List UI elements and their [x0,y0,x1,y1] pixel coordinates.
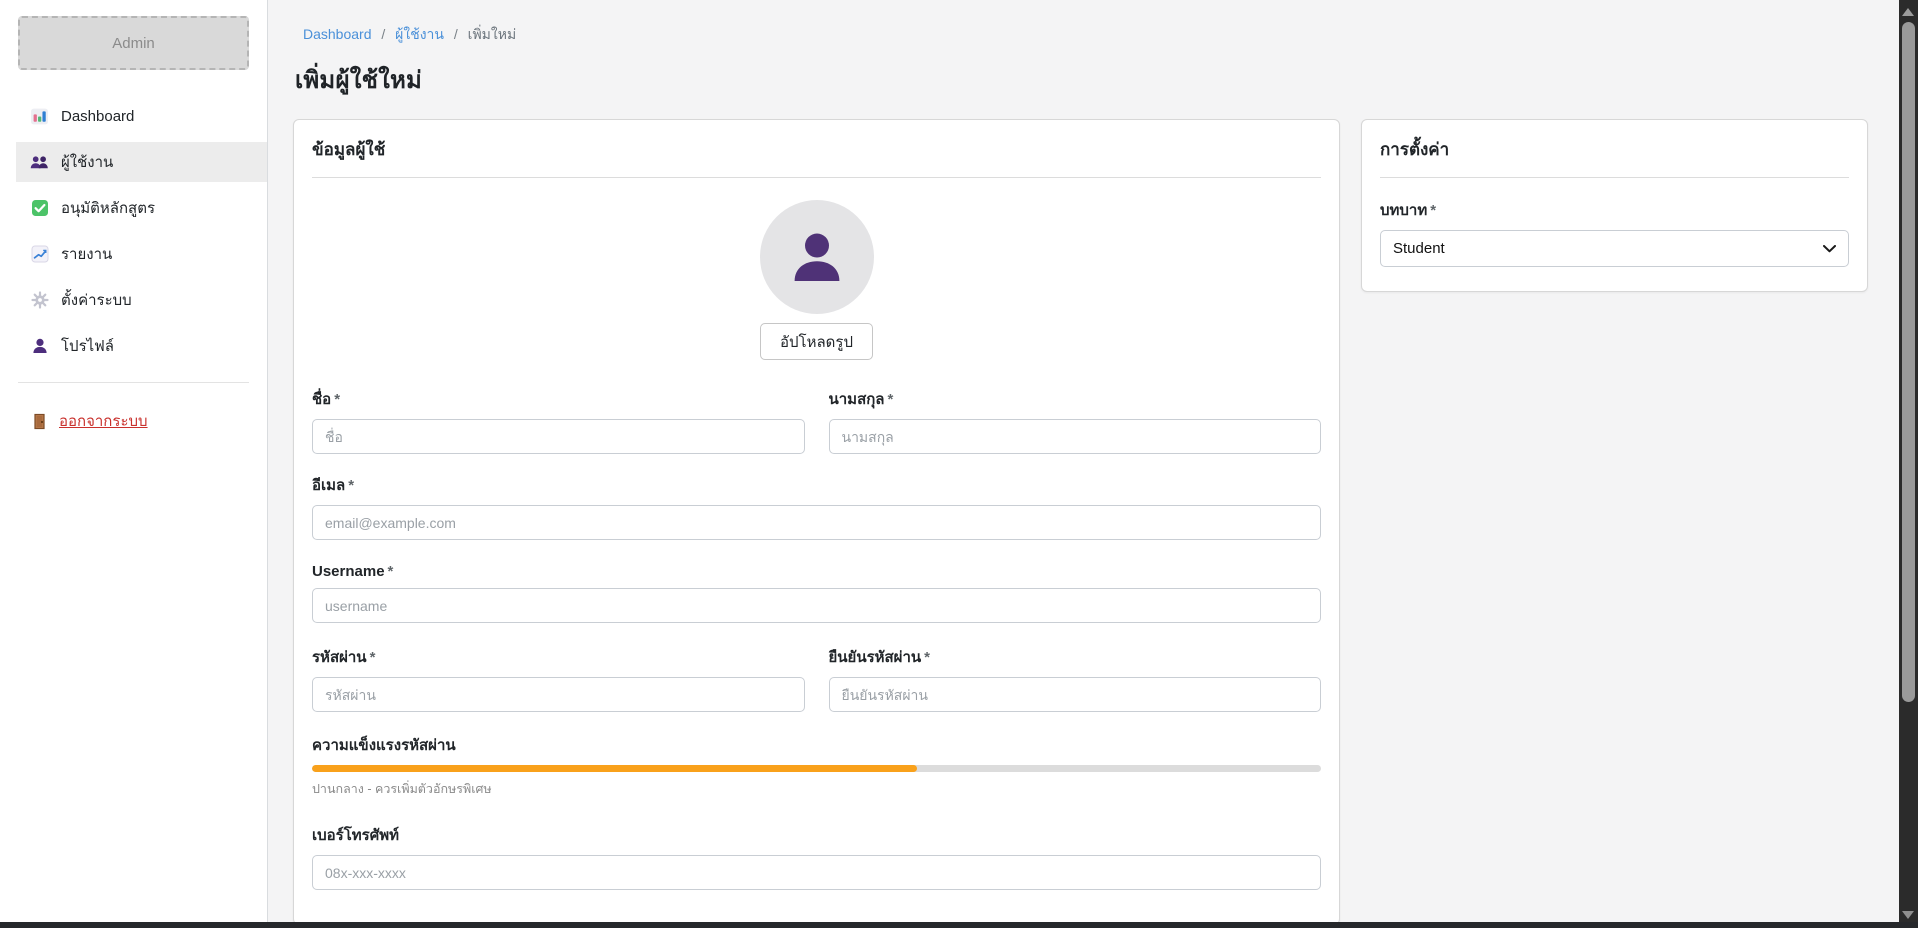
settings-card-title: การตั้งค่า [1380,136,1849,178]
phone-label: เบอร์โทรศัพท์ [312,823,1321,847]
sidebar-item-label: รายงาน [61,242,112,266]
phone-input[interactable] [312,855,1321,890]
last-name-input[interactable] [829,419,1322,454]
page-title: เพิ่มผู้ใช้ใหม่ [295,60,1899,99]
admin-logo-placeholder: Admin [18,16,249,70]
gear-icon [30,291,49,310]
required-marker: * [388,563,394,580]
password-group: รหัสผ่าน* [312,645,805,712]
username-label: Username* [312,563,1321,580]
password-strength-track [312,765,1321,772]
role-select-value: Student [1393,240,1445,257]
breadcrumb: Dashboard / ผู้ใช้งาน / เพิ่มใหม่ [268,0,1899,46]
required-marker: * [348,477,354,494]
required-marker: * [334,391,340,408]
sidebar-item-profile[interactable]: โปรไฟล์ [16,326,267,366]
password-strength-section: ความแข็งแรงรหัสผ่าน ปานกลาง - ควรเพิ่มตั… [312,733,1321,799]
chart-line-icon [30,245,49,264]
confirm-password-label: ยืนยันรหัสผ่าน* [829,645,1322,669]
logout-link[interactable]: ออกจากระบบ [30,409,267,433]
user-info-card-body: อัปโหลดรูป ชื่อ* นามสกุล* อีเมล* [294,178,1339,924]
password-strength-hint: ปานกลาง - ควรเพิ่มตัวอักษรพิเศษ [312,779,1321,799]
first-name-input[interactable] [312,419,805,454]
sidebar-item-system-settings[interactable]: ตั้งค่าระบบ [16,280,267,320]
required-marker: * [370,649,376,666]
confirm-password-group: ยืนยันรหัสผ่าน* [829,645,1322,712]
sidebar-divider [18,382,249,383]
sidebar-item-label: ตั้งค่าระบบ [61,288,132,312]
email-label: อีเมล* [312,473,1321,497]
sidebar: Admin Dashboard ผู้ใช้งาน อนุมัติหลักสูต… [0,0,268,928]
email-input[interactable] [312,505,1321,540]
person-icon [30,337,49,356]
required-marker: * [888,391,894,408]
avatar-person-icon [785,225,849,289]
scrollbar-thumb[interactable] [1902,22,1915,702]
avatar [760,200,874,314]
sidebar-item-course-approval[interactable]: อนุมัติหลักสูตร [16,188,267,228]
role-label: บทบาท* [1380,198,1849,222]
breadcrumb-link-users[interactable]: ผู้ใช้งาน [395,26,444,42]
user-info-card-title: ข้อมูลผู้ใช้ [312,136,1321,178]
sidebar-item-label: ผู้ใช้งาน [61,150,113,174]
door-icon [30,412,49,431]
app-window: Admin Dashboard ผู้ใช้งาน อนุมัติหลักสูต… [0,0,1918,928]
check-icon [30,199,49,218]
confirm-password-input[interactable] [829,677,1322,712]
settings-card-body: บทบาท* Student [1362,178,1867,291]
email-group: อีเมล* [312,473,1321,540]
bar-chart-icon [30,107,49,126]
password-input[interactable] [312,677,805,712]
required-marker: * [1430,202,1436,219]
sidebar-item-label: อนุมัติหลักสูตร [61,196,155,220]
password-strength-fill [312,765,917,772]
username-group: Username* [312,563,1321,623]
bottom-edge-strip [0,922,1918,928]
sidebar-item-label: โปรไฟล์ [61,334,114,358]
avatar-section: อัปโหลดรูป [312,200,1321,360]
scrollbar-down-arrow-icon[interactable] [1902,911,1914,919]
vertical-scrollbar[interactable] [1899,0,1918,928]
sidebar-item-label: Dashboard [61,108,134,125]
breadcrumb-separator: / [454,26,458,42]
breadcrumb-current: เพิ่มใหม่ [468,26,517,42]
user-info-card: ข้อมูลผู้ใช้ อัปโหลดรูป ชื่ [293,119,1340,925]
sidebar-item-reports[interactable]: รายงาน [16,234,267,274]
breadcrumb-separator: / [381,26,385,42]
breadcrumb-link-dashboard[interactable]: Dashboard [303,26,372,42]
settings-card: การตั้งค่า บทบาท* Student [1361,119,1868,292]
sidebar-item-dashboard[interactable]: Dashboard [16,96,267,136]
username-input[interactable] [312,588,1321,623]
required-marker: * [924,649,930,666]
last-name-group: นามสกุล* [829,387,1322,454]
first-name-group: ชื่อ* [312,387,805,454]
scrollbar-up-arrow-icon[interactable] [1902,8,1914,16]
password-label: รหัสผ่าน* [312,645,805,669]
logout-label: ออกจากระบบ [59,409,148,433]
password-strength-label: ความแข็งแรงรหัสผ่าน [312,733,1321,757]
upload-photo-button[interactable]: อัปโหลดรูป [760,323,873,360]
admin-logo-text: Admin [112,35,155,52]
first-name-label: ชื่อ* [312,387,805,411]
phone-group: เบอร์โทรศัพท์ [312,823,1321,890]
chevron-down-icon [1823,240,1836,257]
last-name-label: นามสกุล* [829,387,1322,411]
sidebar-nav: Dashboard ผู้ใช้งาน อนุมัติหลักสูตร รายง… [0,96,267,366]
main-content: Dashboard / ผู้ใช้งาน / เพิ่มใหม่ เพิ่มผ… [268,0,1899,928]
content-row: ข้อมูลผู้ใช้ อัปโหลดรูป ชื่ [293,119,1899,925]
sidebar-item-users[interactable]: ผู้ใช้งาน [16,142,267,182]
role-select[interactable]: Student [1380,230,1849,267]
users-icon [30,153,49,172]
